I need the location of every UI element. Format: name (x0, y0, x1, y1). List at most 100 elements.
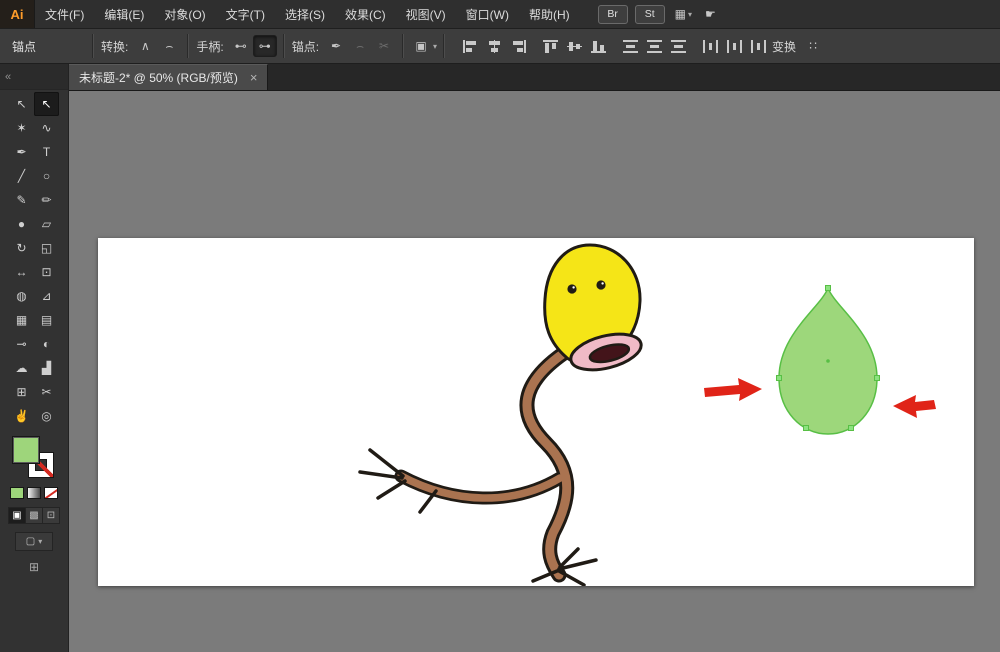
anchor-point-right[interactable] (875, 376, 880, 381)
anchor-connect-icon[interactable]: ⌢ (349, 36, 371, 56)
direct-selection-tool[interactable]: ↖ (34, 92, 59, 116)
rotate-tool[interactable]: ↻ (9, 236, 34, 260)
anchor-point-top[interactable] (826, 286, 831, 291)
color-mode-icon[interactable] (10, 487, 24, 499)
character-stem[interactable] (527, 353, 567, 575)
slice-tool[interactable]: ✂ (34, 380, 59, 404)
handles-hide-icon[interactable]: ⊶ (254, 36, 276, 56)
context-label: 锚点 (0, 38, 86, 55)
menu-window[interactable]: 窗口(W) (456, 0, 519, 28)
free-transform-tool[interactable]: ⊡ (34, 260, 59, 284)
distribute-vertical-top-icon[interactable] (619, 36, 641, 56)
symbol-sprayer-tool[interactable]: ☁ (9, 356, 34, 380)
zoom-tool[interactable]: ◎ (34, 404, 59, 428)
blend-tool[interactable]: ◐ (34, 332, 59, 356)
gradient-mode-icon[interactable] (27, 487, 41, 499)
panel-collapse-icon[interactable]: « (5, 71, 11, 83)
edit-toolbar-icon[interactable]: ⊞ (29, 560, 39, 574)
menu-object[interactable]: 对象(O) (154, 0, 215, 28)
anchor-label: 锚点: (292, 38, 319, 55)
mesh-tool[interactable]: ▦ (9, 308, 34, 332)
pencil-tool[interactable]: ✏ (34, 188, 59, 212)
anchor-point-bottom-left[interactable] (804, 426, 809, 431)
width-tool[interactable]: ↔ (9, 260, 34, 284)
eye-glint-right (601, 282, 603, 284)
leaf-center-point[interactable] (826, 359, 830, 363)
selection-tool[interactable]: ↖ (9, 92, 34, 116)
artboard-tool[interactable]: ⊞ (9, 380, 34, 404)
align-vertical-center-icon[interactable] (563, 36, 585, 56)
align-glyph (463, 40, 478, 53)
chevron-down-icon: ▾ (688, 10, 692, 19)
convert-smooth-icon[interactable]: ⌢ (158, 36, 180, 56)
draw-inside-mode[interactable]: ⊡ (43, 508, 59, 523)
isolate-object-icon[interactable]: ▣ (410, 36, 432, 56)
style-button[interactable]: St (635, 5, 665, 24)
chevron-down-icon[interactable]: ▾ (433, 42, 437, 51)
paintbrush-tool[interactable]: ✎ (9, 188, 34, 212)
menu-effect[interactable]: 效果(C) (335, 0, 396, 28)
fill-swatch[interactable] (12, 436, 40, 464)
menu-type[interactable]: 文字(T) (216, 0, 275, 28)
distribute-vertical-bottom-icon[interactable] (667, 36, 689, 56)
align-horizontal-center-icon[interactable] (483, 36, 505, 56)
anchor-point-left[interactable] (777, 376, 782, 381)
transform-label[interactable]: 变换 (772, 38, 796, 55)
bellsprout-character[interactable] (360, 245, 645, 585)
align-vertical-bottom-icon[interactable] (587, 36, 609, 56)
tab-close-icon[interactable]: × (250, 71, 258, 84)
align-vertical-top-icon[interactable] (539, 36, 561, 56)
separator (443, 34, 444, 58)
menu-edit[interactable]: 编辑(E) (94, 0, 154, 28)
bridge-button[interactable]: Br (598, 5, 628, 24)
handles-show-icon[interactable]: ⊷ (230, 36, 252, 56)
convert-corner-icon[interactable]: ∧ (134, 36, 156, 56)
align-horizontal-right-icon[interactable] (507, 36, 529, 56)
document-tab[interactable]: 未标题-2* @ 50% (RGB/预览) × (69, 64, 268, 90)
column-graph-tool[interactable]: ▟ (34, 356, 59, 380)
anchor-point-bottom-right[interactable] (849, 426, 854, 431)
handles-icon-group: ⊷⊶ (229, 36, 277, 56)
draw-behind-mode[interactable]: ▩ (26, 508, 43, 523)
cs-live-icon[interactable]: ☛ (702, 7, 719, 21)
menu-bar: Ai 文件(F) 编辑(E) 对象(O) 文字(T) 选择(S) 效果(C) 视… (0, 0, 1000, 29)
artboard[interactable] (98, 238, 974, 586)
distribute-vertical-center-icon[interactable] (643, 36, 665, 56)
main-menu: 文件(F) 编辑(E) 对象(O) 文字(T) 选择(S) 效果(C) 视图(V… (35, 0, 580, 28)
transform-panel-icon[interactable]: ∷ (802, 36, 824, 56)
paint-mode-row (10, 487, 58, 499)
magic-wand-tool[interactable]: ✶ (9, 116, 34, 140)
anchor-cut-icon[interactable]: ✂ (373, 36, 395, 56)
lasso-tool[interactable]: ∿ (34, 116, 59, 140)
screen-mode-button[interactable]: ▢ ▾ (15, 532, 53, 551)
menu-file[interactable]: 文件(F) (35, 0, 94, 28)
line-segment-tool[interactable]: ╱ (9, 164, 34, 188)
gradient-tool[interactable]: ▤ (34, 308, 59, 332)
anchor-remove-icon[interactable]: ✒ (325, 36, 347, 56)
scale-tool[interactable]: ◱ (34, 236, 59, 260)
menu-view[interactable]: 视图(V) (396, 0, 456, 28)
align-horizontal-left-icon[interactable] (459, 36, 481, 56)
menu-select[interactable]: 选择(S) (275, 0, 335, 28)
ellipse-tool[interactable]: ○ (34, 164, 59, 188)
distribute-horizontal-center-icon[interactable] (723, 36, 745, 56)
pen-tool[interactable]: ✒ (9, 140, 34, 164)
hand-tool[interactable]: ✌ (9, 404, 34, 428)
distribute-horizontal-left-icon[interactable] (699, 36, 721, 56)
draw-normal-mode[interactable]: ▣ (9, 508, 26, 523)
leaf-shape[interactable] (777, 286, 880, 435)
none-mode-icon[interactable] (44, 487, 58, 499)
menu-help[interactable]: 帮助(H) (519, 0, 580, 28)
type-tool[interactable]: T (34, 140, 59, 164)
align-glyph (703, 40, 718, 53)
canvas[interactable] (69, 91, 1000, 652)
blob-brush-tool[interactable]: ● (9, 212, 34, 236)
shape-builder-tool[interactable]: ◍ (9, 284, 34, 308)
arrange-documents-icon[interactable]: ▦ ▾ (672, 7, 695, 21)
distribute-horizontal-right-icon[interactable] (747, 36, 769, 56)
separator (402, 34, 403, 58)
eyedropper-tool[interactable]: ⊸ (9, 332, 34, 356)
perspective-grid-tool[interactable]: ⊿ (34, 284, 59, 308)
anchor-icon-group: ✒⌢✂ (324, 36, 396, 56)
eraser-tool[interactable]: ▱ (34, 212, 59, 236)
